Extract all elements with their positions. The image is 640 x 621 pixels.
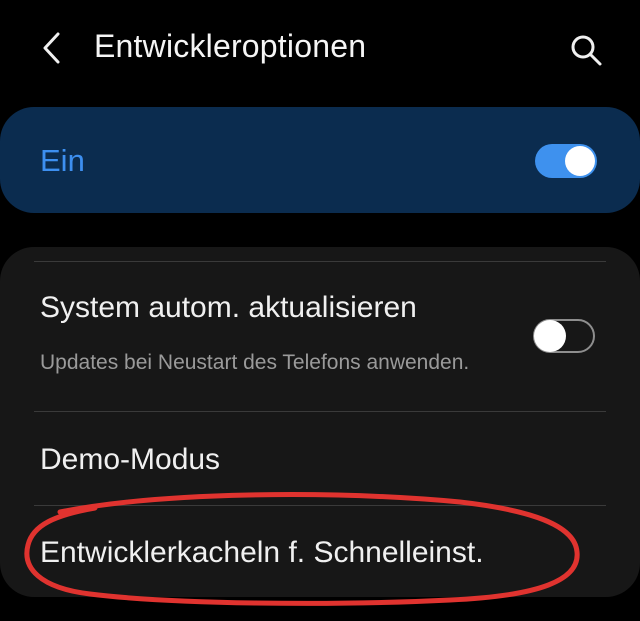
master-switch-card[interactable]: Ein [0,107,640,213]
setting-row-auto-update[interactable]: System autom. aktualisieren Updates bei … [0,262,640,410]
setting-title: Demo-Modus [40,443,221,476]
master-toggle-switch[interactable] [535,144,597,178]
setting-row-demo-mode[interactable]: Demo-Modus [0,412,640,504]
back-button[interactable] [30,24,74,72]
auto-update-toggle-switch[interactable] [533,319,595,353]
search-button[interactable] [562,26,610,74]
setting-subtitle: Updates bei Neustart des Telefons anwend… [40,351,470,374]
settings-list: System autom. aktualisieren Updates bei … [0,247,640,597]
setting-title: Entwicklerkacheln f. Schnelleinst. [40,536,484,569]
setting-row-quick-settings-tiles[interactable]: Entwicklerkacheln f. Schnelleinst. [0,506,640,596]
page-title: Entwickleroptionen [94,28,367,64]
app-header: Entwickleroptionen [0,0,640,100]
chevron-left-icon [43,32,60,64]
setting-title: System autom. aktualisieren [40,291,417,324]
search-icon [571,35,602,66]
toggle-knob [534,320,566,352]
toggle-knob [565,146,595,176]
master-switch-label: Ein [40,143,85,178]
